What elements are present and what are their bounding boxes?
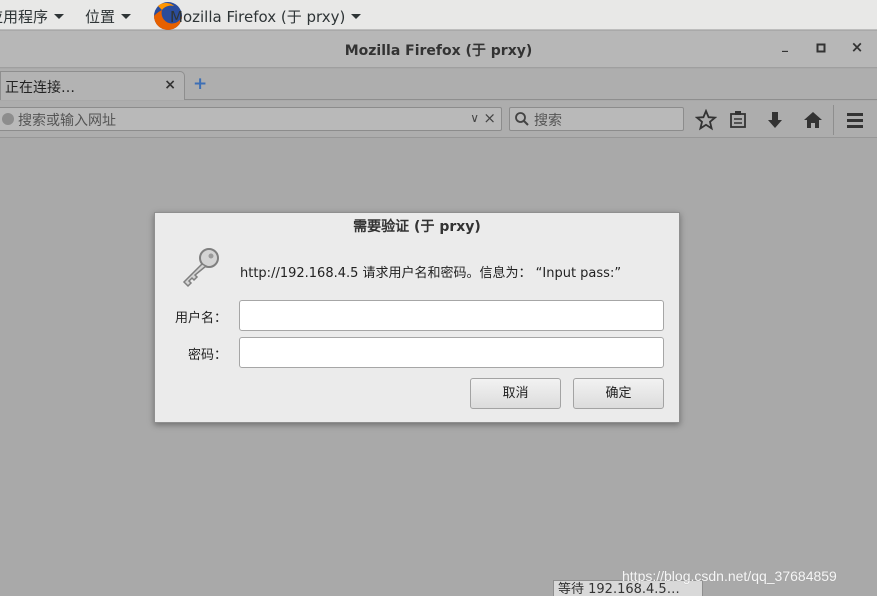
maximize-icon (816, 43, 826, 53)
active-app-label: Mozilla Firefox (于 prxy) (170, 8, 346, 26)
tab-close-icon[interactable]: × (164, 77, 176, 93)
chevron-down-icon (351, 14, 362, 19)
minimize-button[interactable]: _ (776, 38, 794, 56)
places-menu[interactable]: 位置 (85, 6, 132, 27)
username-label: 用户名： (174, 311, 227, 326)
password-field[interactable] (239, 337, 664, 368)
reading-list-icon[interactable] (727, 109, 749, 131)
tab-connecting[interactable]: 正在连接… × (0, 71, 185, 100)
maximize-button[interactable] (812, 40, 830, 58)
search-placeholder: 搜索 (534, 113, 562, 129)
new-tab-button[interactable]: + (193, 74, 207, 94)
search-bar[interactable]: 搜索 (509, 107, 684, 131)
username-field[interactable] (239, 300, 664, 331)
gnome-top-bar: 应用程序 位置 Mozilla Firefox (于 prxy) (0, 0, 877, 30)
key-icon (182, 248, 219, 288)
navigation-toolbar: 搜索或输入网址 ∨ × 搜索 (0, 101, 877, 138)
auth-message: http://192.168.4.5 请求用户名和密码。信息为： “Input … (240, 266, 622, 281)
window-titlebar[interactable]: Mozilla Firefox (于 prxy) _ × (0, 31, 877, 68)
watermark-text: https://blog.csdn.net/qq_37684859 (622, 568, 837, 584)
places-menu-label: 位置 (85, 8, 116, 26)
ok-button[interactable]: 确定 (573, 378, 664, 409)
cancel-button[interactable]: 取消 (470, 378, 561, 409)
url-input-placeholder: 搜索或输入网址 (18, 113, 116, 129)
bookmark-star-icon[interactable] (695, 109, 717, 131)
close-window-button[interactable]: × (848, 38, 866, 56)
download-icon[interactable] (764, 109, 786, 131)
auth-dialog: 需要验证 (于 prxy) http://192.168.4.5 请求用户名和密… (154, 212, 680, 423)
globe-icon (2, 113, 14, 125)
url-clear-icon[interactable]: × (483, 109, 496, 127)
search-icon (515, 112, 529, 126)
tab-label: 正在连接… (5, 80, 75, 96)
home-icon[interactable] (802, 109, 824, 131)
chevron-down-icon (54, 14, 65, 19)
applications-menu-label: 应用程序 (0, 8, 49, 26)
password-label: 密码： (187, 348, 227, 363)
chevron-down-icon (121, 14, 132, 19)
active-app-menu[interactable]: Mozilla Firefox (于 prxy) (170, 6, 362, 27)
toolbar-separator (833, 105, 834, 135)
hamburger-menu-icon[interactable] (844, 109, 866, 131)
url-dropdown-icon[interactable]: ∨ (470, 111, 479, 125)
applications-menu[interactable]: 应用程序 (0, 6, 65, 27)
window-title: Mozilla Firefox (于 prxy) (344, 43, 533, 59)
url-bar[interactable]: 搜索或输入网址 ∨ × (0, 107, 502, 131)
tab-strip: 正在连接… × + (0, 69, 877, 100)
dialog-title: 需要验证 (于 prxy) (353, 219, 481, 235)
